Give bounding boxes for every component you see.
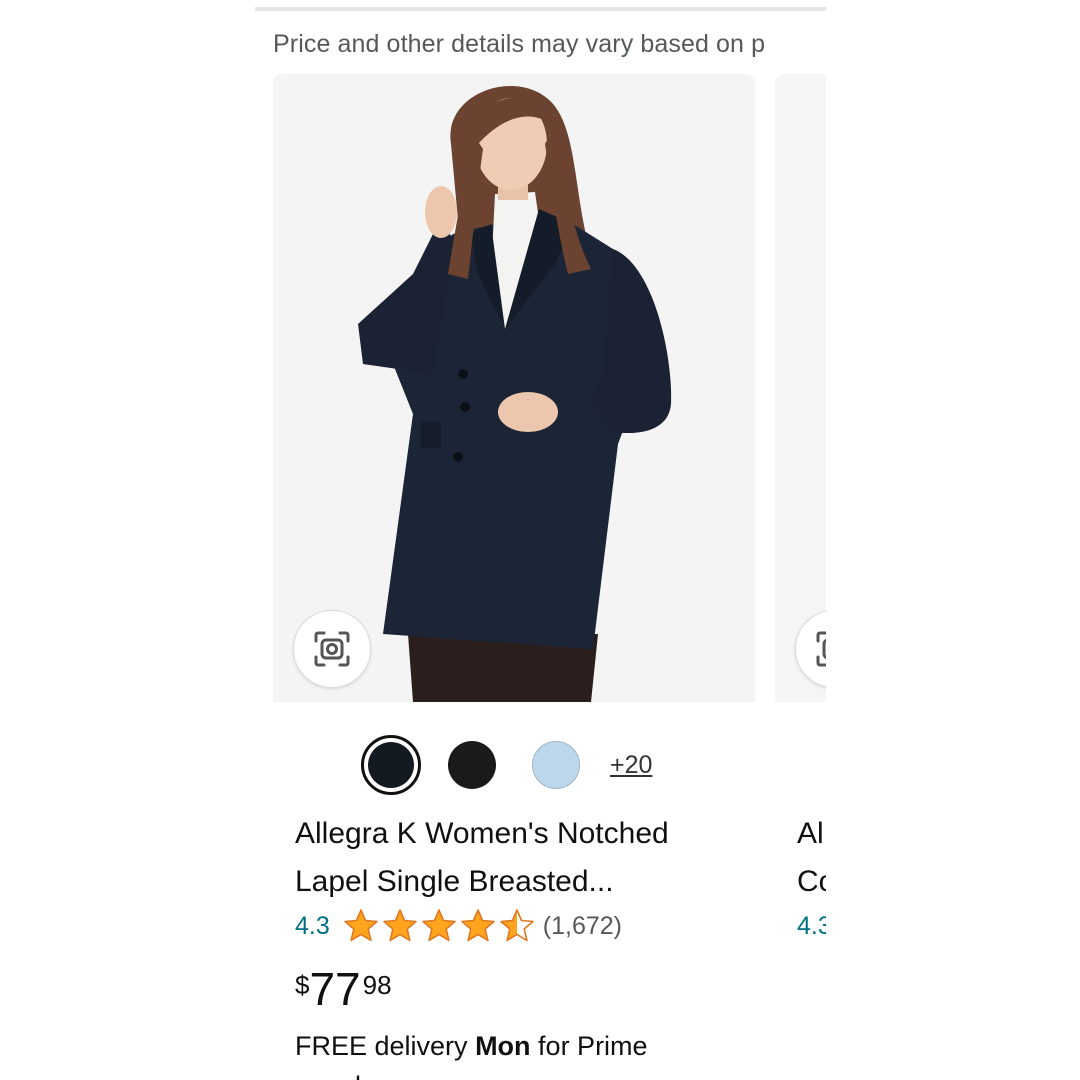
swatch-fill bbox=[368, 742, 414, 788]
star-rating bbox=[342, 907, 537, 945]
divider bbox=[255, 7, 826, 11]
color-swatches: +20 bbox=[361, 734, 652, 796]
price-disclaimer: Price and other details may vary based o… bbox=[273, 30, 766, 58]
price-fraction: 98 bbox=[362, 970, 392, 1000]
next-rating-value: 4.3 bbox=[797, 911, 826, 940]
price-currency: $ bbox=[295, 970, 310, 1000]
camera-lens-icon bbox=[816, 631, 826, 667]
more-colors-link[interactable]: +20 bbox=[610, 751, 652, 780]
next-product-image[interactable] bbox=[775, 74, 826, 702]
next-visual-search-button[interactable] bbox=[795, 610, 826, 688]
price: $ 77 98 bbox=[295, 962, 392, 1016]
color-swatch-light-blue[interactable] bbox=[532, 741, 580, 789]
camera-lens-icon bbox=[314, 631, 350, 667]
product-image[interactable] bbox=[273, 74, 755, 702]
color-swatch-black[interactable] bbox=[448, 741, 496, 789]
product-title-line2: Lapel Single Breasted... bbox=[295, 865, 614, 898]
star-full-icon bbox=[382, 909, 417, 942]
star-half-icon bbox=[499, 909, 534, 942]
rating-value: 4.3 bbox=[295, 911, 330, 940]
product-title[interactable]: Allegra K Women's Notched Lapel Single B… bbox=[295, 810, 745, 906]
next-rating-row[interactable]: 4.3 bbox=[797, 906, 826, 946]
next-product-card[interactable]: Al Co 4.3 bbox=[775, 74, 826, 1080]
next-product-title-line1: Al bbox=[797, 817, 824, 850]
product-card[interactable]: +20 Allegra K Women's Notched Lapel Sing… bbox=[273, 74, 755, 1080]
delivery-info: FREE delivery Mon for Prime members bbox=[295, 1026, 745, 1080]
product-photo[interactable] bbox=[273, 74, 755, 702]
star-full-icon bbox=[421, 909, 456, 942]
visual-search-button[interactable] bbox=[293, 610, 371, 688]
delivery-day: Mon bbox=[475, 1031, 531, 1061]
price-whole: 77 bbox=[309, 963, 361, 1015]
rating-row[interactable]: 4.3 (1,672) bbox=[295, 906, 622, 946]
star-full-icon bbox=[343, 909, 378, 942]
search-results-viewport: Price and other details may vary based o… bbox=[255, 0, 826, 1080]
star-full-icon bbox=[460, 909, 495, 942]
delivery-suffix: for Prime bbox=[530, 1031, 648, 1061]
review-count[interactable]: (1,672) bbox=[543, 912, 622, 941]
next-product-title-line2: Co bbox=[797, 865, 826, 898]
delivery-line2: members bbox=[295, 1066, 745, 1080]
next-product-title[interactable]: Al Co bbox=[797, 810, 826, 906]
delivery-prefix: FREE delivery bbox=[295, 1031, 476, 1061]
product-title-line1: Allegra K Women's Notched bbox=[295, 817, 669, 850]
color-swatch-navy-selected[interactable] bbox=[361, 735, 421, 795]
